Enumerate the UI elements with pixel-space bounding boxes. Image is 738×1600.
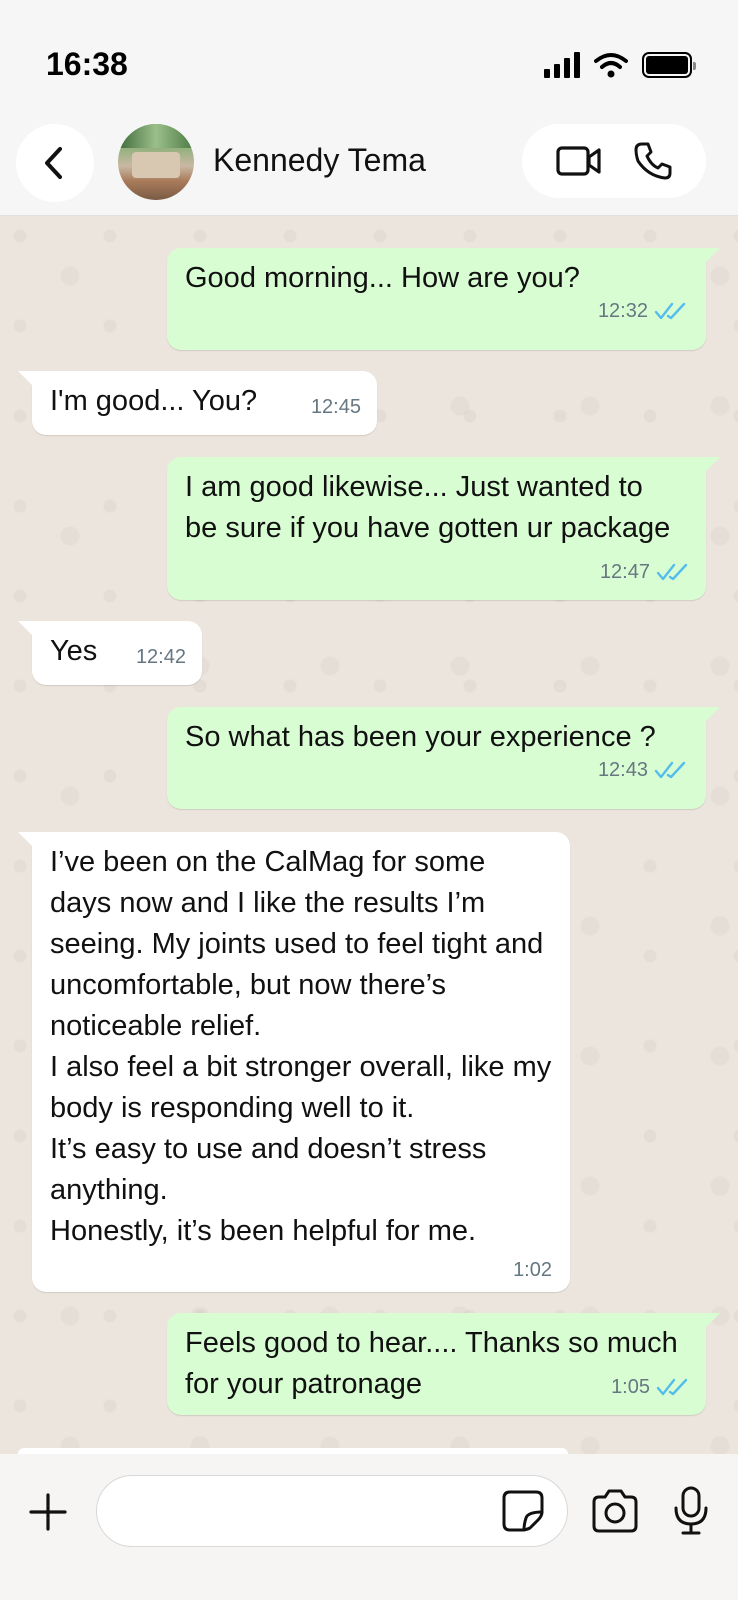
message-out[interactable]: Good morning... How are you? 12:32 xyxy=(167,248,720,350)
status-icons xyxy=(544,52,696,78)
message-meta: 12:32 xyxy=(185,299,688,323)
status-bar: 16:38 xyxy=(0,0,738,120)
sticker-icon[interactable] xyxy=(500,1488,546,1534)
message-time: 12:45 xyxy=(310,396,361,418)
message-in[interactable]: I’ve been on the CalMag for some days no… xyxy=(18,832,570,1292)
avatar[interactable] xyxy=(118,124,194,200)
double-check-icon xyxy=(656,1378,688,1396)
message-meta: 1:05 xyxy=(611,1375,690,1399)
microphone-icon[interactable] xyxy=(673,1486,709,1536)
message-in[interactable]: I'm good... You? 12:45 xyxy=(18,371,377,435)
double-check-icon xyxy=(654,302,686,320)
message-time: 12:43 xyxy=(597,759,648,781)
message-text: I am good likewise... Just wanted to be … xyxy=(185,471,671,544)
camera-icon[interactable] xyxy=(590,1488,640,1534)
chat-messages[interactable]: Good morning... How are you? 12:32 I'm g… xyxy=(0,216,738,1454)
back-button[interactable] xyxy=(16,124,94,202)
video-camera-icon[interactable] xyxy=(555,144,602,178)
double-check-icon xyxy=(656,563,688,581)
message-time: 1:02 xyxy=(513,1259,552,1281)
double-check-icon xyxy=(654,761,686,779)
message-out[interactable]: So what has been your experience ? 12:43 xyxy=(167,707,720,809)
phone-icon[interactable] xyxy=(633,141,673,181)
message-out[interactable]: I am good likewise... Just wanted to be … xyxy=(167,457,720,600)
battery-icon xyxy=(642,52,696,78)
wifi-icon xyxy=(594,53,628,78)
chat-header: Kennedy Tema xyxy=(0,120,738,216)
signal-icon xyxy=(544,52,580,78)
message-time: 12:47 xyxy=(599,561,650,583)
message-text: So what has been your experience ? xyxy=(185,721,656,753)
message-text: I’ve been on the CalMag for some days no… xyxy=(50,846,552,1247)
message-meta: 12:45 xyxy=(311,395,361,419)
message-meta: 12:42 xyxy=(136,645,186,669)
call-actions xyxy=(522,124,706,198)
contact-name[interactable]: Kennedy Tema xyxy=(213,142,426,179)
message-text: Feels good to hear.... Thanks so much fo… xyxy=(185,1327,678,1400)
message-time: 1:05 xyxy=(611,1376,650,1398)
message-in[interactable]: Yes 12:42 xyxy=(18,621,202,685)
message-time: 12:42 xyxy=(135,646,186,668)
message-meta: 1:02 xyxy=(50,1258,552,1282)
message-out[interactable]: Feels good to hear.... Thanks so much fo… xyxy=(167,1313,720,1415)
message-input[interactable] xyxy=(96,1475,568,1547)
message-meta: 12:47 xyxy=(600,560,690,584)
message-time: 12:32 xyxy=(597,300,648,322)
message-text: Good morning... How are you? xyxy=(185,262,580,294)
status-time: 16:38 xyxy=(46,46,128,82)
chevron-left-icon xyxy=(45,147,62,179)
plus-icon[interactable] xyxy=(26,1490,70,1534)
message-meta: 12:43 xyxy=(185,758,688,782)
